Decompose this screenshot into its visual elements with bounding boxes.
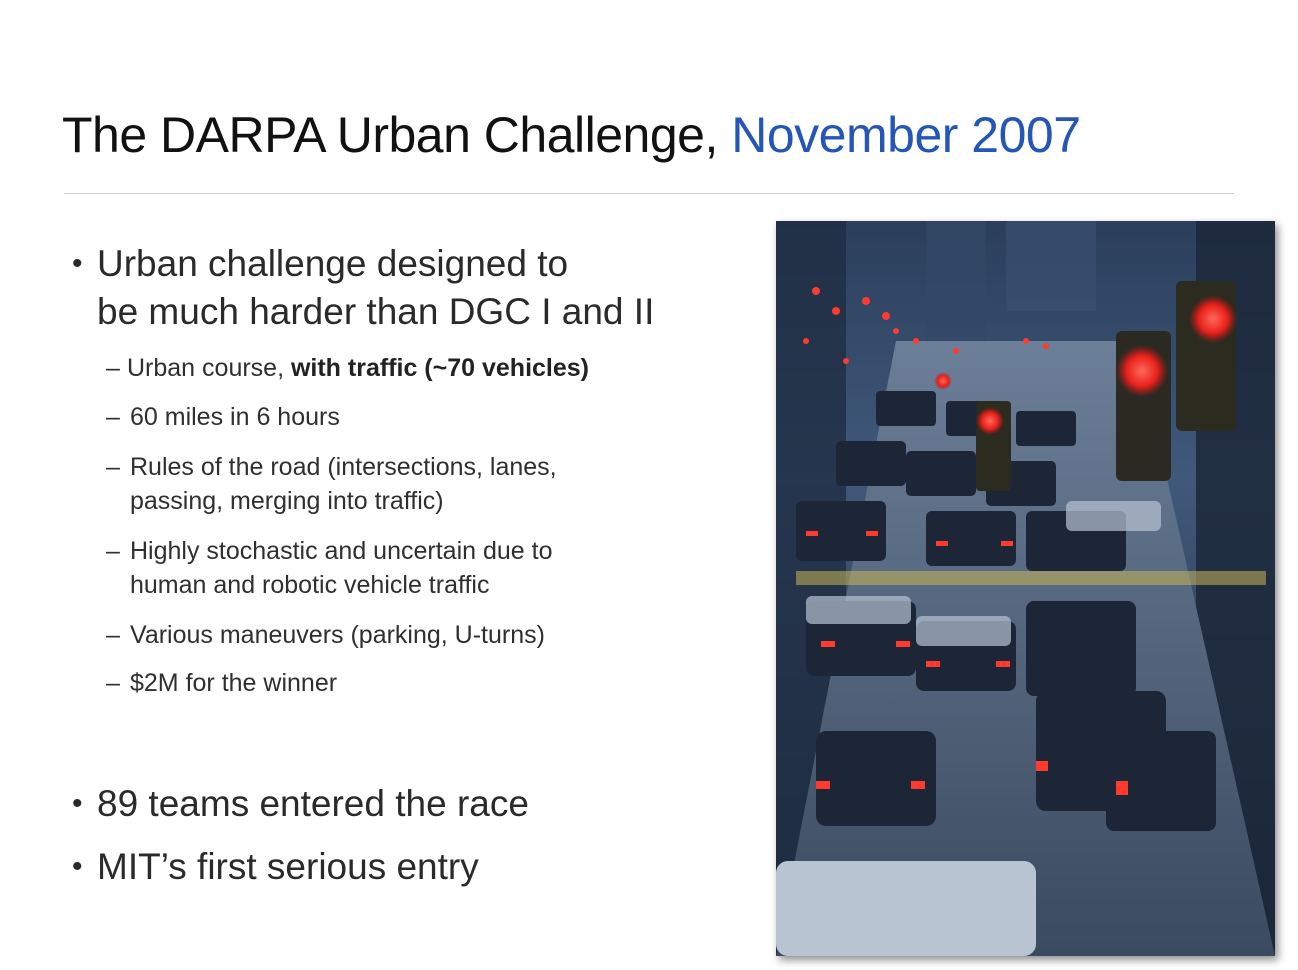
bullet-1: • Urban challenge designed to be much ha…: [72, 240, 654, 336]
bullet-2-text: 89 teams entered the race: [97, 783, 529, 824]
bullet-1-line2: be much harder than DGC I and II: [97, 291, 655, 332]
traffic-photo-svg: [776, 221, 1275, 956]
title-accent: November 2007: [731, 107, 1081, 163]
sub-bullet-2-text: 60 miles in 6 hours: [130, 403, 340, 431]
title-divider: [64, 193, 1234, 194]
sub-bullet-4-line2: human and robotic vehicle traffic: [130, 571, 490, 599]
sub-dash: –: [106, 354, 120, 382]
sub-dash: –: [106, 403, 120, 431]
sub-bullet-3: – Rules of the road (intersections, lane…: [106, 450, 557, 518]
slide-title: The DARPA Urban Challenge, November 2007: [62, 104, 1081, 166]
bullet-dot: •: [72, 247, 83, 280]
sub-bullet-5-text: Various maneuvers (parking, U-turns): [130, 621, 545, 649]
sub-bullet-3-line2: passing, merging into traffic): [130, 487, 444, 515]
sub-bullet-6-text: $2M for the winner: [130, 669, 338, 697]
sub-dash: –: [106, 621, 120, 649]
bullet-3: • MIT’s first serious entry: [72, 843, 479, 891]
bullet-dot: •: [72, 850, 83, 883]
title-main: The DARPA Urban Challenge,: [62, 107, 732, 163]
city-traffic-photo: [776, 221, 1275, 956]
slide: The DARPA Urban Challenge, November 2007…: [0, 0, 1298, 970]
sub-bullet-6: – $2M for the winner: [106, 666, 337, 700]
bullet-1-line1: Urban challenge designed to: [97, 243, 569, 284]
sub-bullet-4: – Highly stochastic and uncertain due to…: [106, 534, 552, 602]
sub-bullet-2: – 60 miles in 6 hours: [106, 400, 340, 434]
bullet-2: • 89 teams entered the race: [72, 780, 529, 828]
bullet-3-text: MIT’s first serious entry: [97, 846, 479, 887]
sub-bullet-3-line1: Rules of the road (intersections, lanes,: [130, 453, 557, 481]
sub-bullet-1-bold: with traffic (~70 vehicles): [290, 354, 589, 382]
sub-bullet-4-line1: Highly stochastic and uncertain due to: [130, 537, 553, 565]
sub-bullet-1: – Urban course, with traffic (~70 vehicl…: [106, 351, 589, 385]
sub-bullet-5: – Various maneuvers (parking, U-turns): [106, 618, 545, 652]
sub-dash: –: [106, 669, 120, 697]
sub-bullet-1-plain: Urban course,: [127, 354, 291, 382]
sub-dash: –: [106, 453, 120, 481]
sub-dash: –: [106, 537, 120, 565]
bullet-dot: •: [72, 787, 83, 820]
